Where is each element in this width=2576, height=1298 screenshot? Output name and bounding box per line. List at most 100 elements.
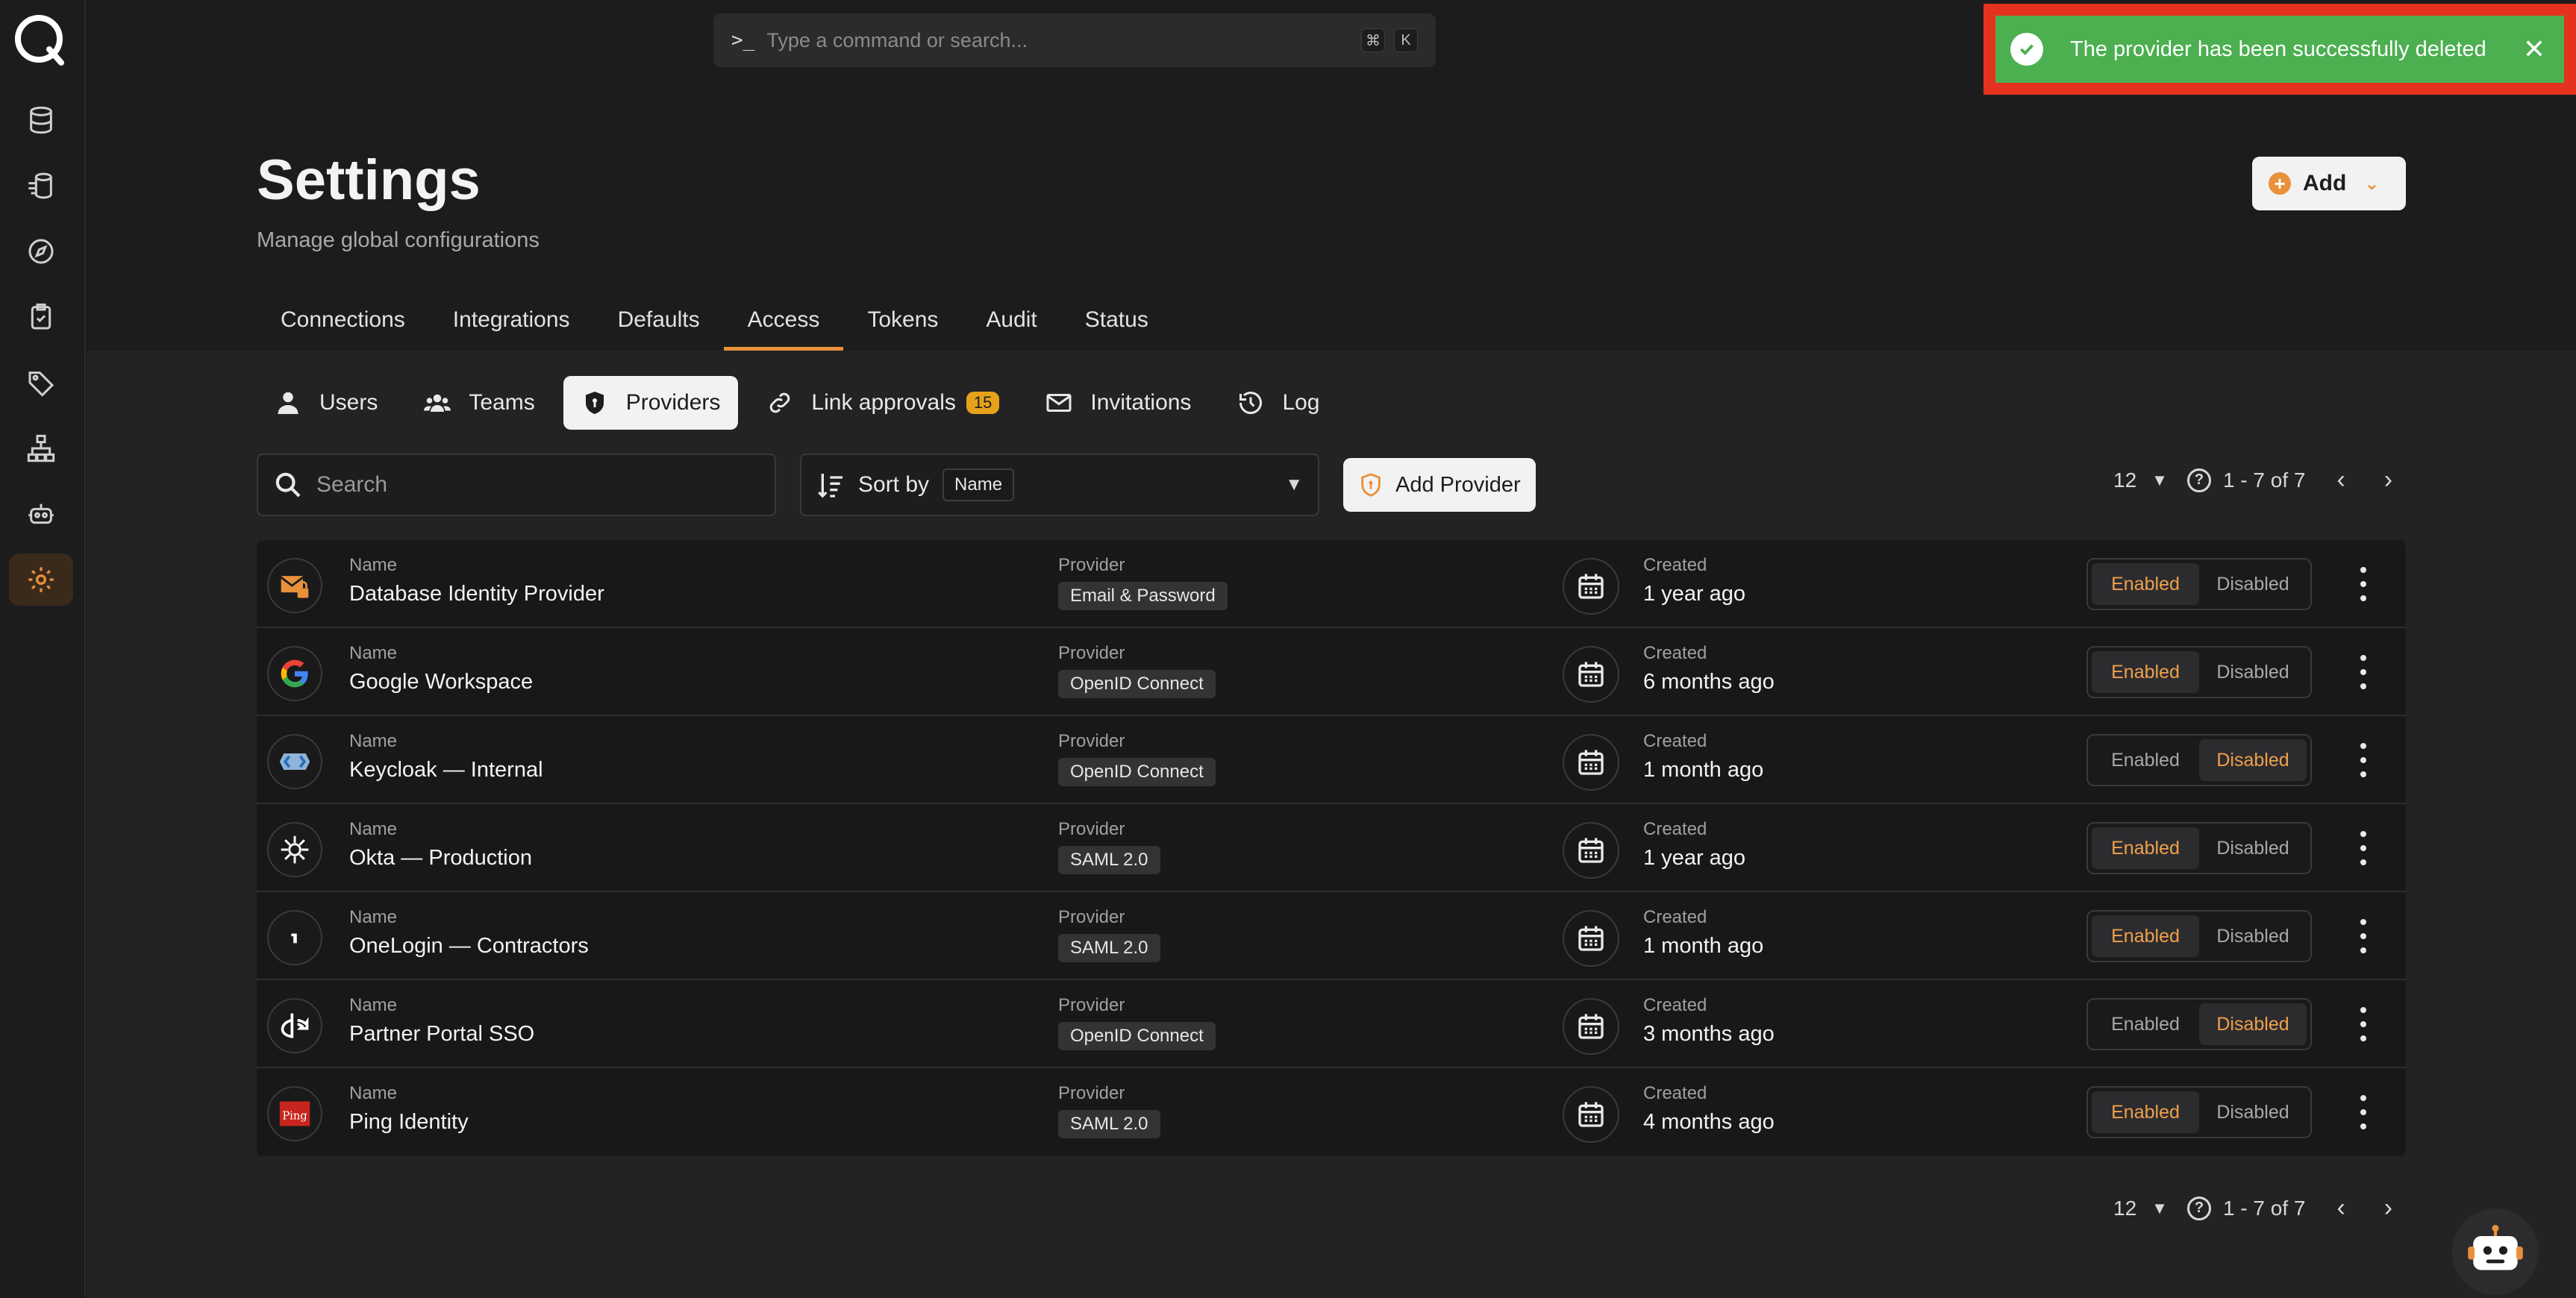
clipboard-check-icon[interactable] (9, 291, 73, 343)
svg-text:Ping: Ping (282, 1109, 307, 1122)
provider-name: Google Workspace (349, 670, 534, 694)
per-page-value[interactable]: 12 (2113, 468, 2136, 492)
tab-connections[interactable]: Connections (257, 298, 429, 351)
subtab-link-approvals[interactable]: Link approvals 15 (748, 376, 1017, 430)
compass-icon[interactable] (9, 225, 73, 278)
help-icon[interactable]: ? (2186, 468, 2211, 492)
next-page-icon[interactable]: › (2384, 1194, 2392, 1223)
enabled-option[interactable]: Enabled (2092, 563, 2199, 605)
next-page-icon[interactable]: › (2384, 465, 2392, 495)
hierarchy-icon[interactable] (9, 422, 73, 474)
more-options-icon[interactable] (2352, 919, 2375, 953)
created-label: Created (1643, 1083, 1707, 1103)
calendar-icon (1563, 910, 1619, 967)
name-label: Name (349, 1083, 398, 1103)
disabled-option[interactable]: Disabled (2199, 827, 2307, 869)
command-bar[interactable]: >_ Type a command or search... ⌘ K (713, 13, 1436, 67)
history-icon (1239, 392, 1263, 415)
subtab-log[interactable]: Log (1219, 376, 1337, 430)
more-options-icon[interactable] (2352, 743, 2375, 777)
provider-label: Provider (1058, 731, 1125, 751)
more-options-icon[interactable] (2352, 655, 2375, 689)
disabled-option[interactable]: Disabled (2199, 1091, 2307, 1133)
table-row[interactable]: Ping Name Ping Identity Provider SAML 2.… (257, 1068, 2406, 1156)
disabled-option[interactable]: Disabled (2199, 739, 2307, 781)
provider-type-badge: OpenID Connect (1058, 758, 1216, 786)
tab-tokens[interactable]: Tokens (843, 298, 962, 351)
assistant-robot-icon[interactable] (2452, 1208, 2539, 1295)
table-row[interactable]: Name OneLogin — Contractors Provider SAM… (257, 892, 2406, 980)
caret-down-icon[interactable]: ▼ (2151, 471, 2168, 490)
add-button[interactable]: + Add ⌄ (2252, 157, 2406, 210)
search-input[interactable]: Search (257, 454, 776, 516)
mail-icon (1046, 394, 1072, 412)
provider-name: Partner Portal SSO (349, 1022, 535, 1046)
kbd-k: K (1394, 28, 1418, 52)
subtab-providers-label: Providers (625, 390, 721, 415)
pipeline-icon[interactable] (9, 160, 73, 212)
subtab-teams-label: Teams (469, 390, 535, 415)
name-label: Name (349, 995, 398, 1015)
help-icon[interactable]: ? (2186, 1196, 2211, 1220)
table-row[interactable]: Name Keycloak — Internal Provider OpenID… (257, 716, 2406, 804)
table-row[interactable]: Name Google Workspace Provider OpenID Co… (257, 628, 2406, 716)
database-icon[interactable] (9, 94, 73, 146)
provider-type-badge: SAML 2.0 (1058, 1110, 1160, 1138)
enabled-toggle: Enabled Disabled (2086, 822, 2312, 874)
more-options-icon[interactable] (2352, 567, 2375, 601)
table-row[interactable]: Name Okta — Production Provider SAML 2.0… (257, 804, 2406, 892)
subtab-invitations[interactable]: Invitations (1028, 376, 1209, 430)
provider-label: Provider (1058, 995, 1125, 1015)
provider-label: Provider (1058, 907, 1125, 927)
close-icon[interactable]: ✕ (2519, 34, 2549, 65)
settings-gear-icon[interactable] (9, 554, 73, 606)
disabled-option[interactable]: Disabled (2199, 1003, 2307, 1045)
okta-icon (267, 822, 322, 877)
tab-audit[interactable]: Audit (962, 298, 1060, 351)
disabled-option[interactable]: Disabled (2199, 915, 2307, 957)
more-options-icon[interactable] (2352, 831, 2375, 865)
tab-integrations[interactable]: Integrations (429, 298, 594, 351)
more-options-icon[interactable] (2352, 1095, 2375, 1129)
created-value: 1 year ago (1643, 846, 1746, 870)
enabled-option[interactable]: Enabled (2092, 1003, 2199, 1045)
provider-label: Provider (1058, 1083, 1125, 1103)
tag-icon[interactable] (9, 357, 73, 409)
enabled-option[interactable]: Enabled (2092, 651, 2199, 693)
per-page-value[interactable]: 12 (2113, 1197, 2136, 1220)
created-label: Created (1643, 731, 1707, 751)
kbd-cmd: ⌘ (1361, 28, 1385, 52)
tab-access[interactable]: Access (723, 298, 844, 351)
app-logo-icon[interactable] (10, 10, 67, 67)
table-row[interactable]: Name Partner Portal SSO Provider OpenID … (257, 980, 2406, 1068)
onelogin-icon (267, 910, 322, 965)
calendar-icon (1563, 822, 1619, 879)
prev-page-icon[interactable]: ‹ (2336, 1194, 2345, 1223)
subtab-users[interactable]: Users (257, 376, 396, 430)
disabled-option[interactable]: Disabled (2199, 563, 2307, 605)
table-row[interactable]: Name Database Identity Provider Provider… (257, 540, 2406, 628)
more-options-icon[interactable] (2352, 1007, 2375, 1041)
robot-icon[interactable] (9, 488, 73, 540)
caret-down-icon[interactable]: ▼ (2151, 1199, 2168, 1218)
provider-label: Provider (1058, 643, 1125, 663)
disabled-option[interactable]: Disabled (2199, 651, 2307, 693)
enabled-option[interactable]: Enabled (2092, 739, 2199, 781)
provider-type-badge: SAML 2.0 (1058, 934, 1160, 962)
add-provider-button[interactable]: Add Provider (1343, 458, 1536, 512)
tab-status[interactable]: Status (1061, 298, 1172, 351)
search-icon (275, 472, 301, 498)
sort-select[interactable]: Sort by Name ▼ (800, 454, 1319, 516)
created-value: 4 months ago (1643, 1110, 1775, 1134)
provider-name: OneLogin — Contractors (349, 934, 589, 958)
tab-defaults[interactable]: Defaults (594, 298, 724, 351)
enabled-option[interactable]: Enabled (2092, 915, 2199, 957)
name-label: Name (349, 731, 398, 751)
prev-page-icon[interactable]: ‹ (2336, 465, 2345, 495)
subtab-teams[interactable]: Teams (406, 376, 552, 430)
enabled-option[interactable]: Enabled (2092, 1091, 2199, 1133)
enabled-option[interactable]: Enabled (2092, 827, 2199, 869)
command-placeholder: Type a command or search... (766, 28, 1028, 51)
search-placeholder: Search (316, 472, 388, 497)
subtab-providers[interactable]: Providers (563, 376, 739, 430)
